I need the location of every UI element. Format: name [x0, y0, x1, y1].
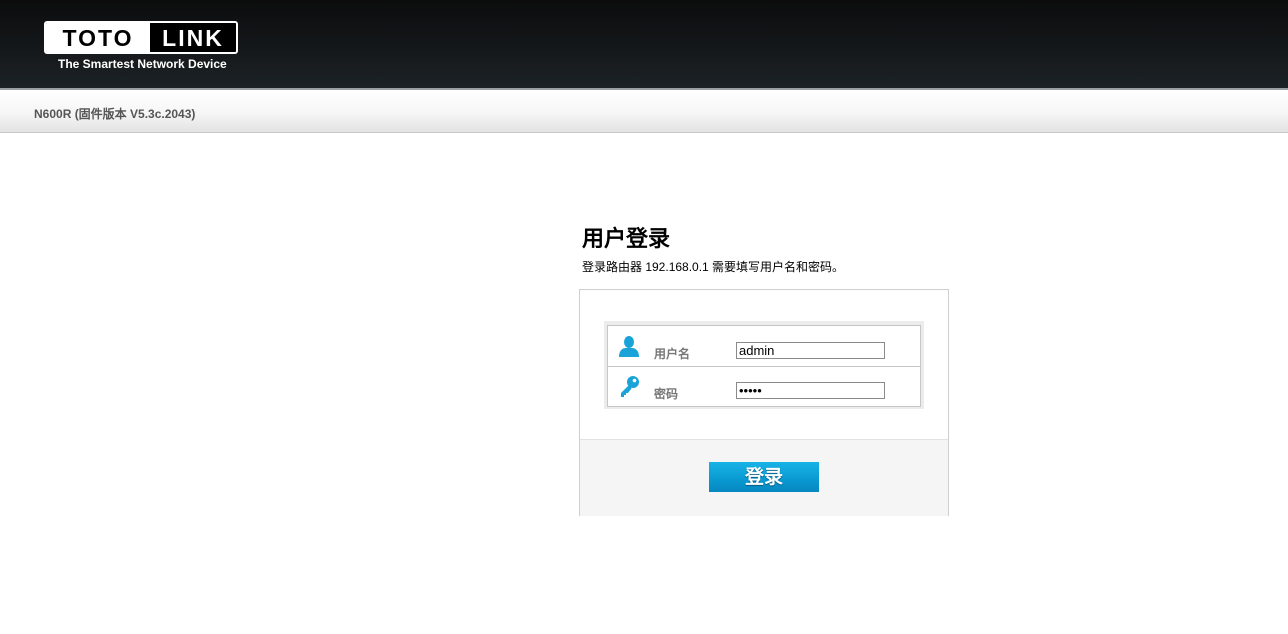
firmware-version: N600R (固件版本 V5.3c.2043) — [34, 107, 196, 121]
logo-box: TOTO LINK — [44, 21, 238, 54]
login-panel: 用户名 密码 登录 — [579, 289, 949, 516]
user-icon — [618, 335, 640, 359]
logo-left-text: TOTO — [46, 23, 150, 52]
login-title: 用户登录 — [582, 226, 671, 251]
login-description: 登录路由器 192.168.0.1 需要填写用户名和密码。 — [582, 260, 845, 274]
key-icon — [618, 375, 640, 399]
top-header: TOTO LINK The Smartest Network Device — [0, 0, 1288, 90]
password-input[interactable] — [736, 382, 885, 399]
login-button[interactable]: 登录 — [709, 462, 819, 492]
password-label: 密码 — [654, 387, 679, 401]
credentials-box: 用户名 密码 — [604, 321, 924, 409]
version-bar: N600R (固件版本 V5.3c.2043) — [0, 90, 1288, 133]
panel-footer: 登录 — [580, 439, 948, 516]
username-row: 用户名 — [608, 326, 920, 367]
totolink-logo: TOTO LINK The Smartest Network Device — [44, 21, 240, 77]
credentials-table: 用户名 密码 — [607, 325, 921, 407]
username-label: 用户名 — [654, 347, 691, 361]
logo-tagline: The Smartest Network Device — [58, 57, 227, 71]
password-row: 密码 — [608, 367, 920, 406]
logo-right-text: LINK — [150, 23, 236, 52]
username-input[interactable] — [736, 342, 885, 359]
